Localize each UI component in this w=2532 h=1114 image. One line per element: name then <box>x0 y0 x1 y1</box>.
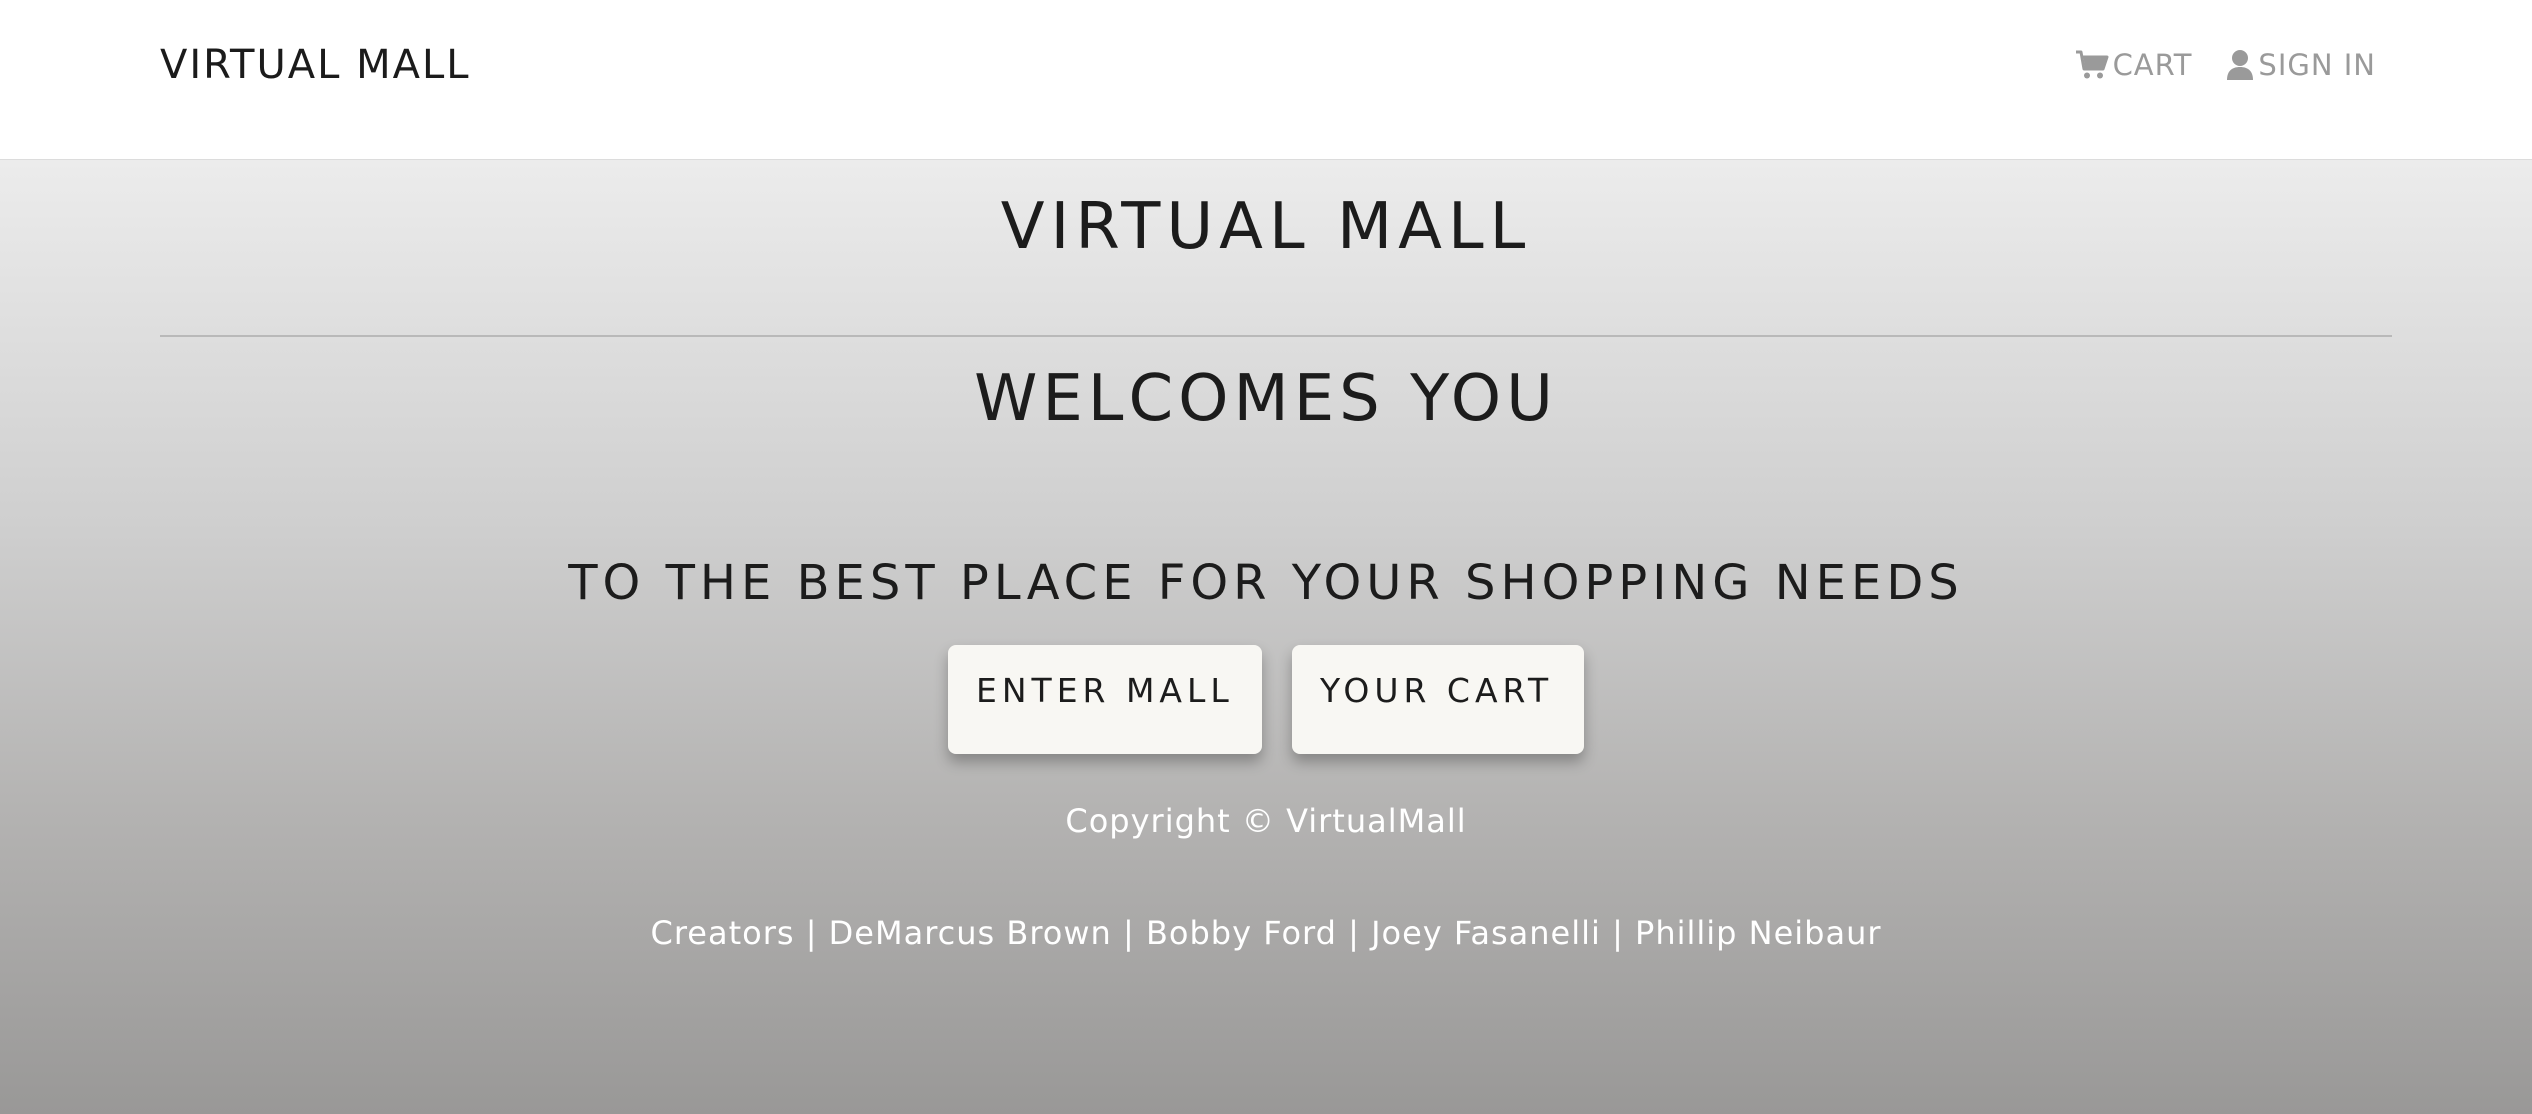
copyright-text: Copyright © VirtualMall <box>1065 802 1467 840</box>
enter-mall-button[interactable]: ENTER MALL <box>948 645 1262 754</box>
user-icon <box>2226 49 2254 81</box>
hero-buttons: ENTER MALL YOUR CART <box>0 645 2532 754</box>
hero-divider <box>160 335 2392 337</box>
cart-icon <box>2075 49 2109 81</box>
nav-links: CART SIGN IN <box>2075 48 2376 82</box>
hero-subtitle: WELCOMES YOU <box>974 362 1558 436</box>
hero-tagline: TO THE BEST PLACE FOR YOUR SHOPPING NEED… <box>568 555 1964 611</box>
your-cart-button[interactable]: YOUR CART <box>1292 645 1584 754</box>
nav-cart-link[interactable]: CART <box>2075 48 2193 82</box>
hero-section: VIRTUAL MALL WELCOMES YOU TO THE BEST PL… <box>0 160 2532 1114</box>
nav-signin-link[interactable]: SIGN IN <box>2226 48 2376 82</box>
navbar: VIRTUAL MALL CART SIGN IN <box>0 0 2532 160</box>
creators-text: Creators | DeMarcus Brown | Bobby Ford |… <box>650 914 1882 952</box>
hero-title: VIRTUAL MALL <box>1000 190 1532 264</box>
nav-signin-label: SIGN IN <box>2258 48 2376 82</box>
brand-link[interactable]: VIRTUAL MALL <box>160 42 471 88</box>
nav-cart-label: CART <box>2112 48 2193 82</box>
